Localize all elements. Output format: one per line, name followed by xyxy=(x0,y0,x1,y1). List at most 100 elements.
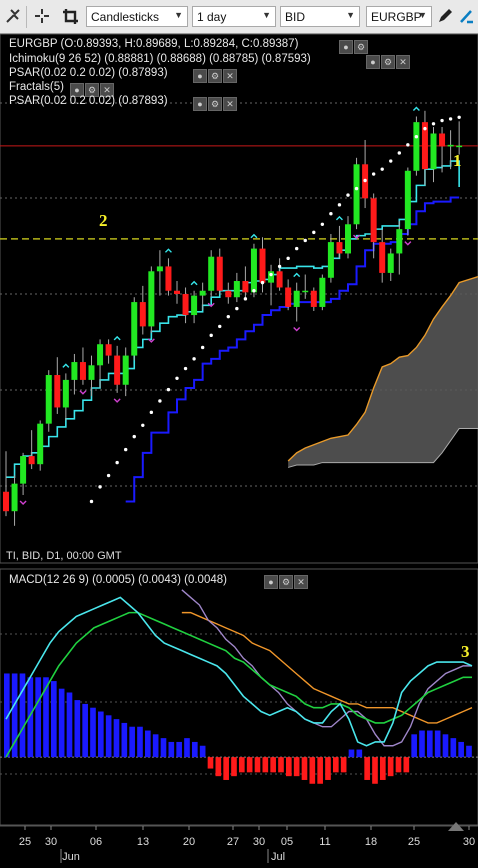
psar-dot xyxy=(448,117,453,121)
psar-dot xyxy=(209,333,213,338)
gear-icon[interactable]: ⚙ xyxy=(279,575,293,589)
psar-dot xyxy=(89,499,94,504)
symbol-select[interactable]: EURGBP ▼ xyxy=(366,6,432,27)
candle xyxy=(242,281,249,293)
macd-histogram-bar xyxy=(145,730,151,758)
macd-histogram-bar xyxy=(223,757,229,780)
side-select[interactable]: BID ▼ xyxy=(280,6,360,27)
psar-dot xyxy=(115,460,119,465)
chevron-down-icon: ▼ xyxy=(174,10,183,20)
close-icon[interactable]: ✕ xyxy=(223,69,237,83)
chart-type-select[interactable]: Candlesticks ▼ xyxy=(86,6,188,27)
eraser-icon[interactable] xyxy=(457,4,475,28)
x-tick-label: 25 xyxy=(408,836,420,848)
candle xyxy=(259,248,266,283)
gear-icon[interactable]: ⚙ xyxy=(381,55,395,69)
candle xyxy=(3,491,9,512)
candle xyxy=(54,375,61,408)
close-icon[interactable]: ✕ xyxy=(294,575,308,589)
psar-dot xyxy=(363,178,367,183)
macd-histogram-bar xyxy=(419,730,425,758)
macd-histogram-bar xyxy=(411,734,417,758)
macd-histogram-bar xyxy=(192,741,198,758)
candle xyxy=(156,266,163,272)
eye-icon[interactable]: ● xyxy=(193,69,207,83)
x-tick-label: 18 xyxy=(365,836,377,848)
annotation-2: 2 xyxy=(99,211,108,230)
candle xyxy=(233,281,240,298)
macd-histogram-bar xyxy=(380,757,386,780)
pencil-icon[interactable] xyxy=(436,4,454,28)
candle xyxy=(71,362,78,380)
chart-area[interactable]: 25 30 06 13 20 27 30 05 11 18 25 30 Jun Jul EURGBP (O… xyxy=(0,33,478,863)
crosshair-icon[interactable] xyxy=(30,4,54,28)
eye-icon[interactable]: ● xyxy=(264,575,278,589)
crop-icon[interactable] xyxy=(58,4,82,28)
macd-histogram-bar xyxy=(427,730,433,758)
chevron-down-icon: ▼ xyxy=(418,10,427,20)
candle xyxy=(387,253,394,273)
candle xyxy=(310,290,317,307)
x-tick-label: 30 xyxy=(253,836,265,848)
macd-histogram-bar xyxy=(168,741,175,758)
macd-histogram-bar xyxy=(372,757,378,784)
annotation-3: 3 xyxy=(461,642,470,661)
price-panel xyxy=(0,33,478,564)
candle xyxy=(208,256,215,291)
candle xyxy=(191,295,198,316)
candle xyxy=(114,355,121,385)
candle xyxy=(182,293,189,316)
psar-dot xyxy=(312,230,316,235)
candle xyxy=(225,290,232,298)
close-icon[interactable]: ✕ xyxy=(396,55,410,69)
macd-histogram-bar xyxy=(340,757,347,773)
psar-dot xyxy=(329,212,333,216)
macd-histogram-bar xyxy=(105,715,112,758)
psar-dot xyxy=(252,289,256,293)
x-tick-label: 06 xyxy=(90,836,102,848)
macd-histogram-bar xyxy=(199,745,206,758)
eye-icon[interactable]: ● xyxy=(193,97,207,111)
macd-histogram-bar xyxy=(74,700,81,758)
candle xyxy=(285,287,292,307)
psar-dot xyxy=(200,345,205,350)
x-tick-label: 05 xyxy=(281,836,293,848)
candle xyxy=(79,362,86,380)
eye-icon[interactable]: ● xyxy=(366,55,380,69)
candle xyxy=(250,248,257,293)
candle xyxy=(28,456,35,465)
candle xyxy=(216,256,223,291)
psar-dot xyxy=(414,135,419,139)
macd-histogram-bar xyxy=(434,730,441,758)
close-icon[interactable]: ✕ xyxy=(223,97,237,111)
psar-dot xyxy=(457,115,461,119)
gear-icon[interactable]: ⚙ xyxy=(354,40,368,54)
eye-icon[interactable]: ● xyxy=(339,40,353,54)
candle xyxy=(413,122,420,171)
x-tick-label: 20 xyxy=(183,836,195,848)
macd-histogram-bar xyxy=(184,738,190,758)
tools-icon[interactable] xyxy=(2,4,24,28)
macd-histogram-bar xyxy=(325,757,331,780)
macd-histogram-bar xyxy=(317,757,323,784)
x-tick-label: 13 xyxy=(137,836,149,848)
gear-icon[interactable]: ⚙ xyxy=(208,69,222,83)
chevron-down-icon: ▼ xyxy=(262,10,271,20)
gear-icon[interactable]: ⚙ xyxy=(208,97,222,111)
psar-dot xyxy=(397,151,401,155)
chart-type-value: Candlesticks xyxy=(91,10,160,24)
x-tick-label: 25 xyxy=(19,836,31,848)
macd-histogram-bar xyxy=(466,745,472,758)
candle xyxy=(199,290,206,296)
candle xyxy=(396,229,403,254)
macd-histogram-bar xyxy=(66,692,73,758)
macd-histogram-bar xyxy=(58,688,65,758)
chart-info-label: TI, BID, D1, 00:00 GMT xyxy=(6,550,122,562)
fractals-legend: Fractals(5) xyxy=(9,81,64,93)
candle xyxy=(404,170,411,230)
macd-histogram-bar xyxy=(176,741,182,758)
macd-histogram-bar xyxy=(458,741,464,758)
candle xyxy=(131,302,138,356)
psar-dot xyxy=(295,246,299,251)
period-select[interactable]: 1 day ▼ xyxy=(192,6,276,27)
